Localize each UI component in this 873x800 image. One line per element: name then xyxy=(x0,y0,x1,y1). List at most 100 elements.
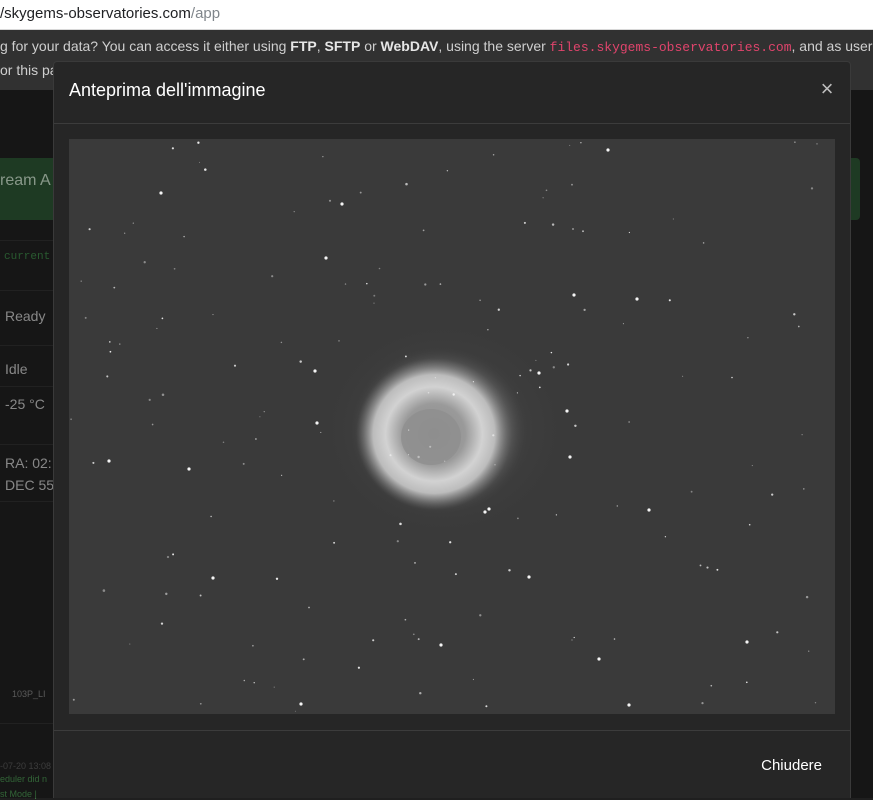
star xyxy=(635,297,638,300)
star xyxy=(152,424,154,426)
star xyxy=(492,434,494,436)
star xyxy=(109,341,111,343)
modal-footer: Chiudere xyxy=(54,730,850,800)
star xyxy=(324,256,327,259)
star xyxy=(435,377,436,378)
info-text: , and as user (e xyxy=(792,38,873,54)
star xyxy=(315,421,318,424)
star xyxy=(546,189,548,191)
star xyxy=(81,281,82,282)
star xyxy=(597,657,600,660)
star xyxy=(808,651,809,652)
star xyxy=(752,465,753,466)
star xyxy=(487,329,488,330)
star xyxy=(747,337,748,338)
star xyxy=(366,283,368,285)
star xyxy=(360,192,362,194)
address-bar[interactable]: /skygems-observatories.com/app xyxy=(0,0,873,30)
star xyxy=(803,488,805,490)
star xyxy=(567,363,569,365)
star xyxy=(444,461,445,462)
star xyxy=(556,514,557,515)
star xyxy=(574,637,575,638)
star xyxy=(479,300,481,302)
star xyxy=(627,703,630,706)
star xyxy=(333,500,334,501)
star xyxy=(447,170,448,171)
star xyxy=(543,197,544,198)
star xyxy=(243,463,245,465)
star xyxy=(413,633,415,635)
star xyxy=(156,328,157,329)
star xyxy=(771,493,773,495)
star xyxy=(417,456,419,458)
star xyxy=(281,342,283,344)
star xyxy=(320,432,321,433)
server-address: files.skygems-observatories.com xyxy=(550,40,792,55)
star xyxy=(299,360,301,362)
star xyxy=(119,343,120,344)
star xyxy=(333,542,335,544)
star xyxy=(802,434,803,435)
star xyxy=(172,147,174,149)
star xyxy=(617,505,618,506)
star xyxy=(405,355,407,357)
star xyxy=(493,154,495,156)
star xyxy=(92,462,94,464)
star xyxy=(429,446,431,448)
star xyxy=(264,411,265,412)
star xyxy=(583,309,585,311)
star xyxy=(449,541,451,543)
star xyxy=(539,387,541,389)
star xyxy=(124,233,125,234)
modal-header: Anteprima dell'immagine × xyxy=(54,62,850,124)
star xyxy=(89,228,91,230)
star xyxy=(418,638,420,640)
star xyxy=(749,524,751,526)
star xyxy=(794,141,796,143)
star xyxy=(70,418,72,420)
star xyxy=(129,644,130,645)
star xyxy=(271,275,273,277)
star xyxy=(405,619,407,621)
nebula-preview-image xyxy=(69,139,835,714)
star xyxy=(582,230,584,232)
star xyxy=(700,564,702,566)
url-path: /app xyxy=(191,5,220,22)
star xyxy=(174,268,176,270)
star xyxy=(223,442,225,444)
star xyxy=(234,365,236,367)
star xyxy=(103,589,106,592)
star xyxy=(338,340,339,341)
star xyxy=(527,575,530,578)
star xyxy=(428,392,430,394)
close-button[interactable]: Chiudere xyxy=(761,757,822,774)
star xyxy=(440,283,442,285)
star xyxy=(389,454,391,456)
star xyxy=(568,455,571,458)
star xyxy=(494,464,495,465)
star xyxy=(165,593,167,595)
star xyxy=(682,376,683,377)
star xyxy=(716,569,718,571)
close-icon[interactable]: × xyxy=(818,78,836,100)
star xyxy=(252,645,254,647)
star xyxy=(553,366,555,368)
star xyxy=(746,681,748,683)
star xyxy=(703,242,705,244)
star xyxy=(161,622,163,624)
star xyxy=(673,218,674,219)
star xyxy=(691,491,693,493)
modal-title: Anteprima dell'immagine xyxy=(69,80,266,101)
star xyxy=(628,421,629,422)
star xyxy=(408,454,409,455)
star xyxy=(106,375,108,377)
image-preview-modal: Anteprima dell'immagine × xyxy=(53,61,851,798)
star xyxy=(479,614,481,616)
star xyxy=(629,232,630,233)
star xyxy=(397,540,399,542)
star xyxy=(197,142,199,144)
star xyxy=(574,425,576,427)
info-sep: , xyxy=(317,38,325,54)
star xyxy=(798,326,800,328)
